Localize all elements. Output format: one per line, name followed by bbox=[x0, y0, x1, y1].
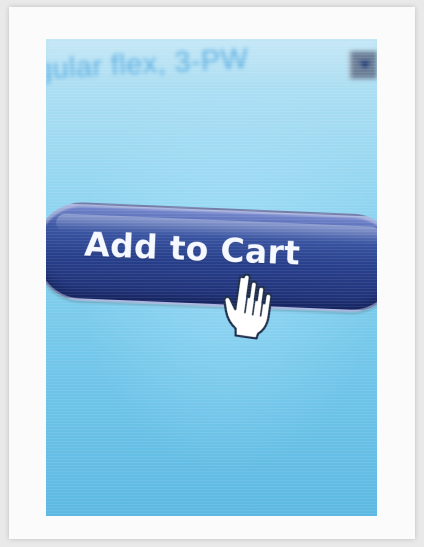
chevron-down-icon bbox=[359, 61, 371, 69]
add-to-cart-button-shell: Add to Cart bbox=[46, 200, 377, 314]
dropdown-strip: gular flex, 3-PW bbox=[46, 39, 377, 113]
add-to-cart-button: Add to Cart bbox=[46, 200, 377, 314]
dropdown-value: gular flex, 3-PW bbox=[46, 42, 250, 86]
hand-cursor-icon bbox=[218, 269, 279, 342]
photo-frame: gular flex, 3-PW Add to Cart bbox=[9, 7, 415, 539]
screen-photo: gular flex, 3-PW Add to Cart bbox=[46, 39, 377, 516]
button-label: Add to Cart bbox=[83, 224, 302, 273]
dropdown-arrow-button bbox=[349, 51, 377, 79]
